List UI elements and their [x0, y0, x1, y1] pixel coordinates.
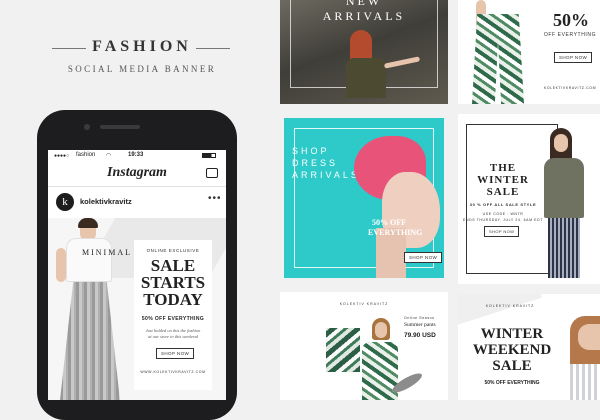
tile-shop-dress: SHOP DRESS ARRIVALS 50% OFF EVERYTHING S… [284, 118, 444, 278]
more-options-icon[interactable]: ••• [208, 193, 222, 204]
winter-sale-line1: THE [489, 162, 517, 174]
new-arrivals-line2: ARRIVALS [322, 9, 406, 23]
carrier-name: fashion [76, 152, 96, 158]
summer-label: Online Season [404, 316, 435, 320]
model-face [554, 134, 568, 152]
post-body: Just holded on this the fashion at our s… [145, 328, 201, 339]
brand-divider-right [196, 48, 230, 49]
winter-sale-detail1: USE CODE : WNTR [482, 212, 524, 216]
weekend-line2: WEEKEND [472, 342, 552, 358]
shop-dress-shop-button[interactable]: SHOP NOW [404, 252, 443, 263]
diagonal-shape [458, 294, 542, 329]
shop-dress-line2: DRESS [292, 158, 339, 168]
avatar[interactable]: k [56, 193, 74, 211]
model-shirt [544, 158, 584, 218]
post-offer: 50% OFF EVERYTHING [141, 316, 205, 322]
summer-title: Summer pants [404, 322, 436, 328]
phone-camera [84, 124, 90, 130]
tile-new-arrivals: NEW ARRIVALS [280, 0, 448, 104]
post-header: k kolektivkravitz ••• [48, 187, 226, 217]
summer-brand: KOLEKTIV KRAVITZ [339, 302, 389, 306]
model-top [66, 238, 112, 282]
phone-screen: ●●●●○ fashion ◠ 19:33 Instagram k kolekt… [48, 150, 226, 400]
winter-sale-shop-button[interactable]: SHOP NOW [484, 226, 520, 237]
tile-fifty-off: 50% OFF EVERYTHING SHOP NOW KOLEKTIVKRAV… [458, 0, 600, 104]
status-time: 19:33 [128, 152, 144, 158]
model-body [346, 58, 386, 98]
weekend-line1: WINTER [480, 326, 544, 342]
brand-subtitle: SOCIAL MEDIA BANNER [67, 64, 217, 74]
signal-icon: ●●●●○ [54, 153, 70, 159]
phone-speaker [100, 125, 140, 129]
fifty-percent: 50% [553, 10, 589, 30]
palm-leaf-panel [326, 328, 360, 372]
instagram-header: Instagram [48, 162, 226, 187]
status-bar: ●●●●○ fashion ◠ 19:33 [48, 150, 226, 162]
shop-dress-offer2: EVERYTHING [368, 228, 423, 237]
weekend-brand: KOLEKTIV KRAVITZ [485, 304, 535, 308]
model-hair [78, 218, 98, 228]
weekend-offer: 50% OFF EVERYTHING [484, 380, 540, 386]
post-image: MINIMAL ONLINE EXCLUSIVE SALE STARTS TOD… [48, 218, 226, 400]
winter-sale-offer: 30 % OFF ALL SALE STYLE [469, 202, 537, 207]
model-skirt [60, 282, 120, 400]
model-pants [548, 218, 580, 278]
fifty-off-footer: KOLEKTIVKRAVITZ.COM [543, 86, 597, 90]
post-headline-3: TODAY [143, 290, 203, 309]
winter-sale-detail2: ENDS THURSDAY, JULY 24, 6AM EDT [463, 218, 543, 222]
shop-dress-line3: ARRIVALS [292, 170, 360, 180]
instagram-logo: Instagram [107, 165, 167, 180]
post-footer: WWW.KOLEKTIVKRAVITZ.COM [140, 370, 206, 374]
model-arm [56, 248, 66, 282]
post-label: ONLINE EXCLUSIVE [146, 248, 200, 253]
model-face [375, 322, 387, 338]
tile-winter-weekend: KOLEKTIV KRAVITZ WINTER WEEKEND SALE 50%… [458, 294, 600, 400]
new-arrivals-line1: NEW [345, 0, 383, 8]
post-text-panel: ONLINE EXCLUSIVE SALE STARTS TODAY 50% O… [134, 240, 212, 390]
brand-title: FASHION [92, 38, 192, 55]
tile-winter-sale: THE WINTER SALE 30 % OFF ALL SALE STYLE … [458, 114, 600, 284]
model-striped-top [570, 364, 600, 400]
winter-sale-line2: WINTER [477, 174, 529, 186]
battery-icon [202, 153, 216, 158]
tile-summer-pants: KOLEKTIV KRAVITZ Online Season Summer pa… [280, 292, 448, 400]
shop-dress-line1: SHOP [292, 146, 330, 156]
summer-price: 79.90 USD [404, 332, 436, 339]
username[interactable]: kolektivkravitz [80, 197, 132, 206]
weekend-line3: SALE [492, 358, 532, 374]
winter-sale-line3: SALE [486, 186, 520, 198]
post-tag: MINIMAL [82, 248, 132, 257]
inbox-icon[interactable] [206, 168, 218, 178]
shop-dress-offer1: 50% OFF [372, 218, 406, 227]
wifi-icon: ◠ [106, 153, 112, 159]
model-face [578, 324, 600, 350]
fifty-off-shop-button[interactable]: SHOP NOW [554, 52, 593, 63]
post-shop-button[interactable]: SHOP NOW [156, 348, 195, 359]
palm-print-pants [472, 14, 524, 104]
fifty-off-text: OFF EVERYTHING [543, 32, 597, 38]
